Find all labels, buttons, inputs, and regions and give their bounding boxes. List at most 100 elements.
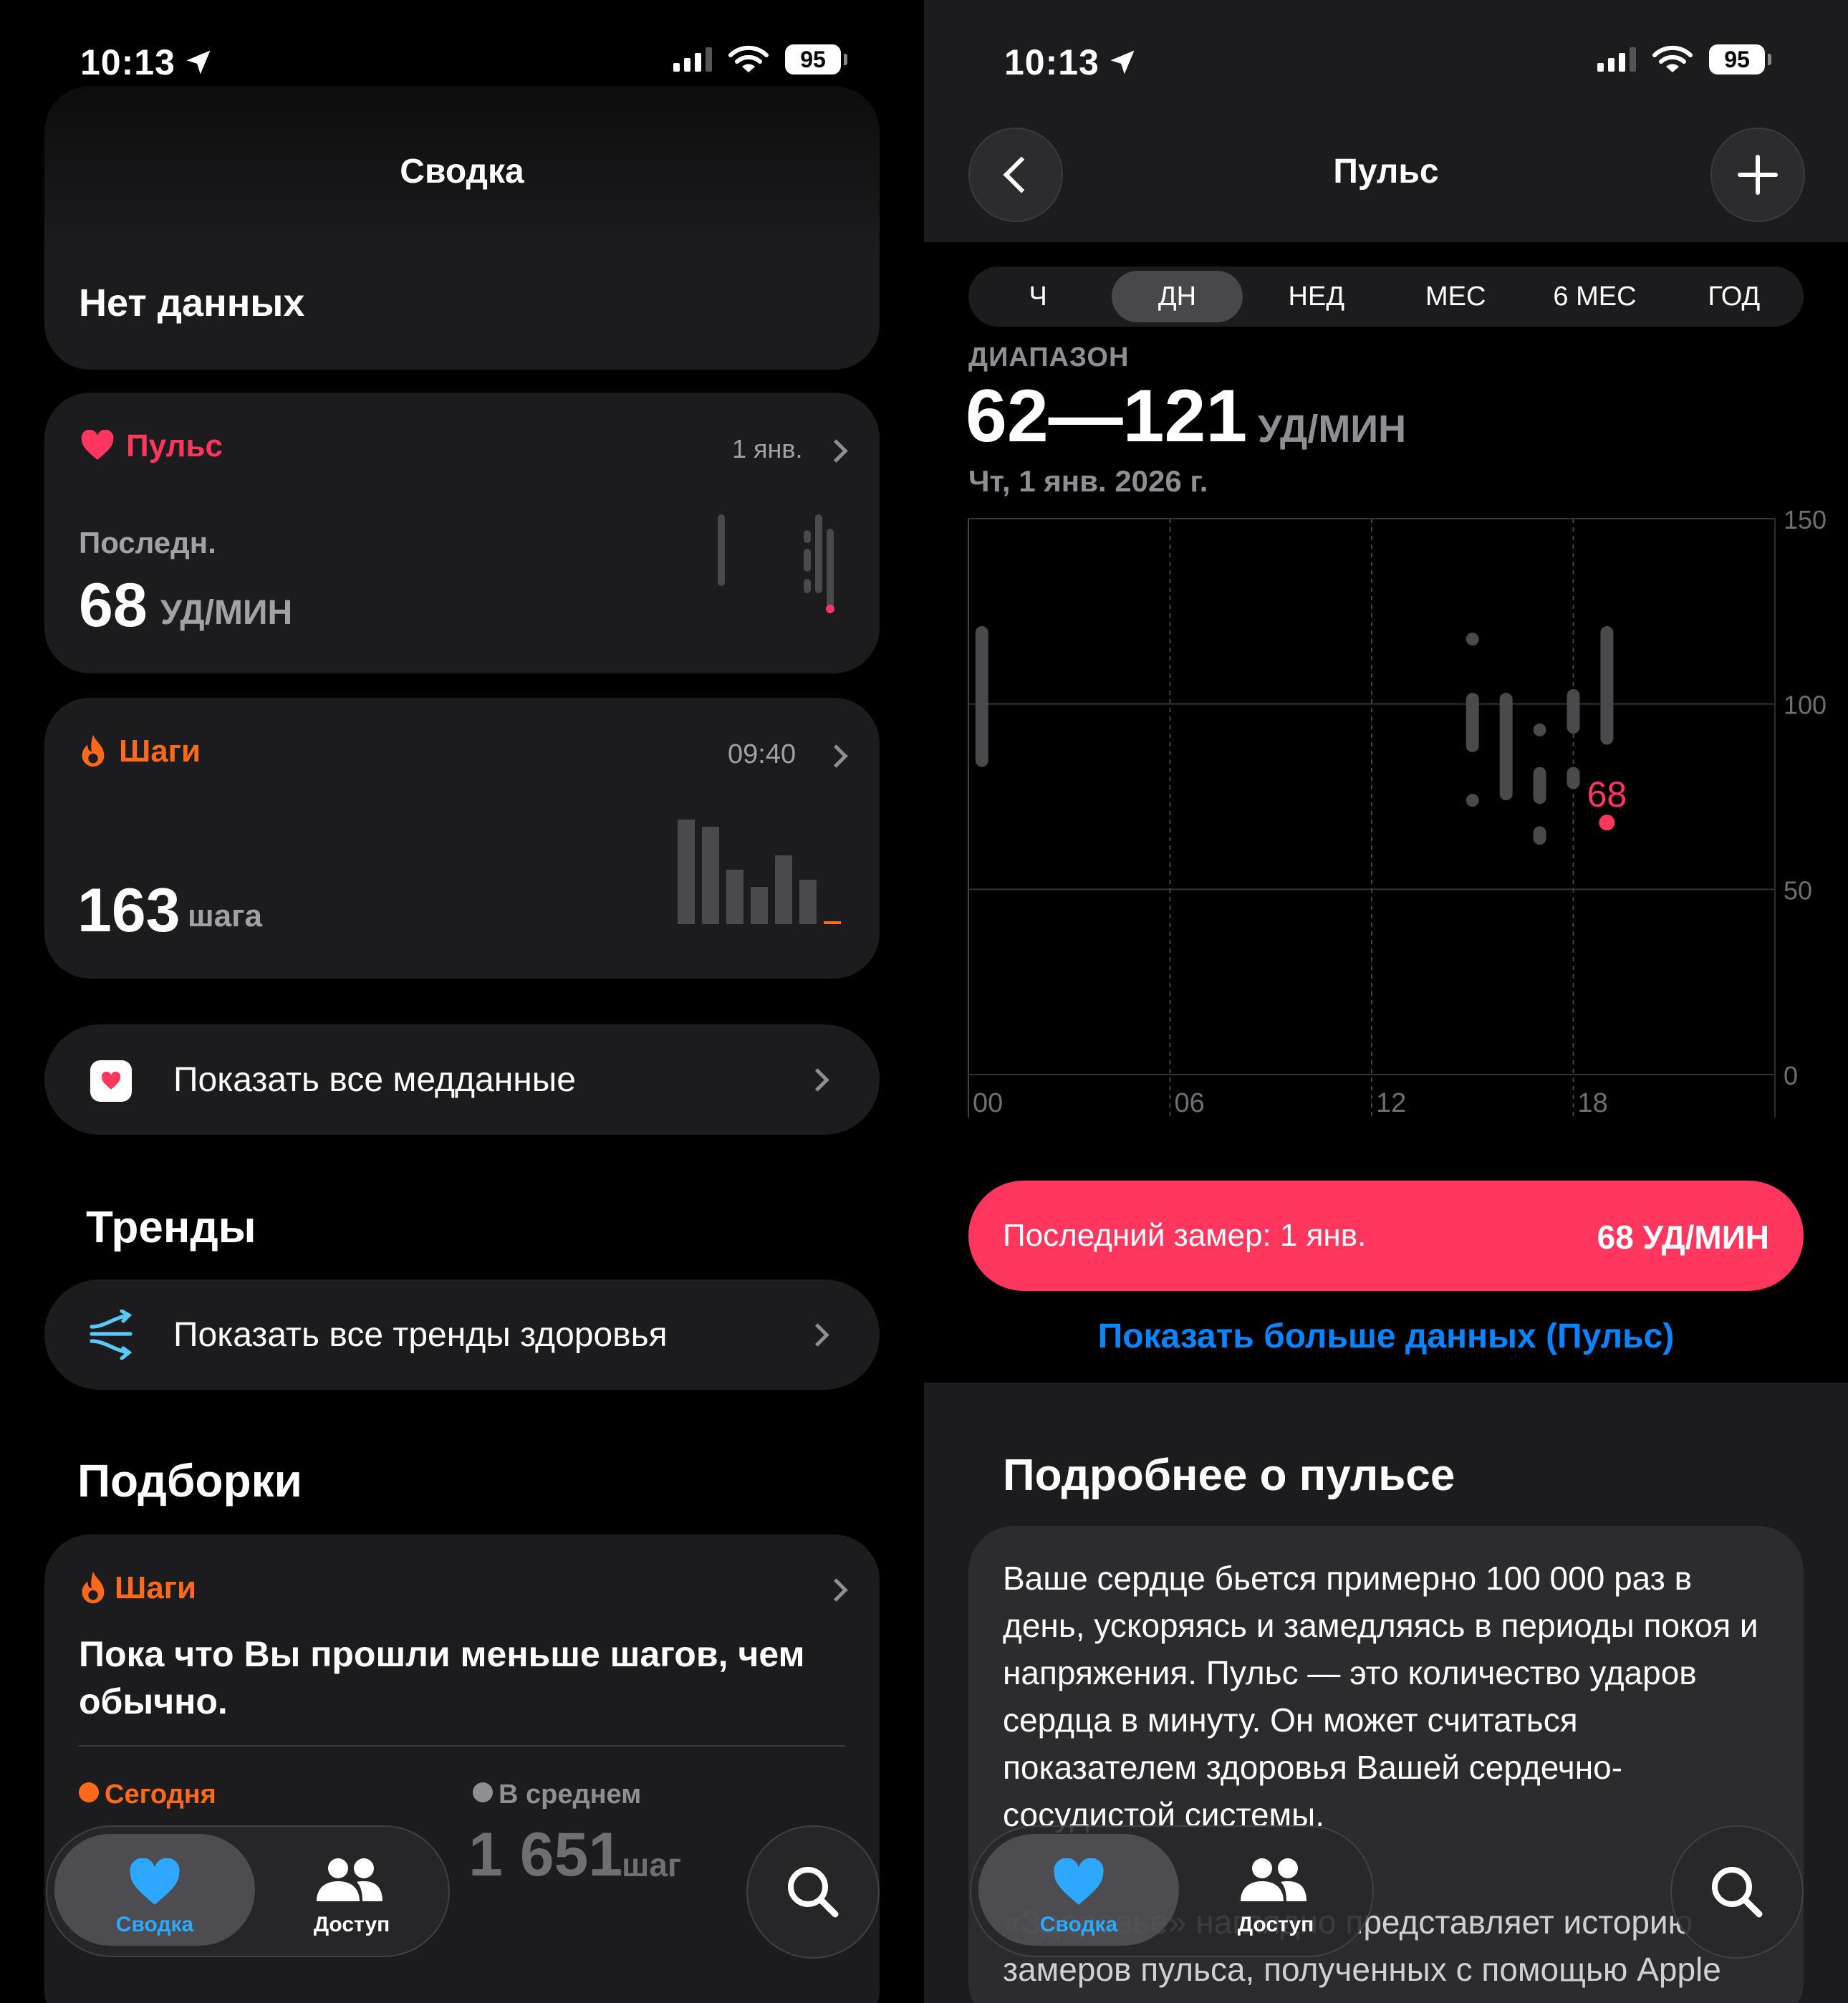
search-button[interactable] xyxy=(1670,1825,1804,1959)
x-tick-label: 06 xyxy=(1175,1088,1205,1118)
search-icon xyxy=(1712,1867,1763,1918)
heart-icon xyxy=(81,430,114,460)
summary-screen: Нет данных 10:13 95 Сводка Пульс 1 янв. … xyxy=(0,0,924,2003)
people-icon xyxy=(317,1858,382,1901)
status-time-text: 10:13 xyxy=(80,42,175,82)
segment-0[interactable]: Ч xyxy=(973,271,1103,322)
status-time: 10:13 xyxy=(80,42,214,83)
range-bar xyxy=(1466,693,1479,752)
tab-sharing-label: Доступ xyxy=(1237,1913,1314,1936)
about-text: Ваше сердце бьется примерно 100 000 раз … xyxy=(1003,1560,1758,1833)
y-tick-label: 150 xyxy=(1784,505,1827,534)
heart-icon xyxy=(1054,1858,1104,1905)
y-tick-label: 0 xyxy=(1784,1061,1798,1090)
pulse-screen: 10:13 95 Пульс Ч ДН НЕД МЕС 6 МЕС ГОД ДИАПАЗО… xyxy=(924,0,1848,2003)
range-bar xyxy=(1499,693,1513,801)
show-all-trends-label: Показать все тренды здоровья xyxy=(173,1316,668,1354)
flame-icon xyxy=(82,1571,105,1604)
heart-icon xyxy=(130,1858,180,1905)
range-bar xyxy=(1600,626,1614,745)
segment-1[interactable]: ДН xyxy=(1112,271,1243,322)
latest-reading-label: Последний замер: 1 янв. xyxy=(1003,1218,1367,1253)
steps-mini-chart xyxy=(678,820,841,924)
pulse-mini-chart xyxy=(718,514,834,613)
range-bar xyxy=(1533,723,1546,736)
about-heading: Подробнее о пульсе xyxy=(1003,1451,1455,1500)
today-dot xyxy=(79,1782,99,1802)
wifi-icon xyxy=(1652,45,1693,72)
show-more-data-link[interactable]: Показать больше данных (Пульс) xyxy=(924,1317,1848,1356)
pulse-latest-label: Последн. xyxy=(79,526,216,559)
pulse-card-date: 1 янв. xyxy=(732,434,803,463)
chevron-right-icon xyxy=(824,744,848,768)
highlight-card-title: Шаги xyxy=(115,1570,197,1605)
y-tick-label: 50 xyxy=(1784,875,1812,905)
status-time-text: 10:13 xyxy=(1004,42,1099,82)
show-all-health-button[interactable]: Показать все медданные xyxy=(44,1024,880,1135)
battery-indicator: 95 xyxy=(1709,44,1771,75)
divider xyxy=(79,1745,845,1747)
average-label: В среднем xyxy=(499,1779,642,1810)
highlights-heading: Подборки xyxy=(77,1455,302,1507)
tab-sharing[interactable]: Доступ xyxy=(1186,1834,1365,1946)
range-bar xyxy=(1567,688,1580,734)
range-value: 62—121 xyxy=(966,375,1248,458)
chevron-right-icon xyxy=(824,439,848,463)
nav-header xyxy=(924,0,1848,242)
range-bar xyxy=(1533,767,1546,804)
sleep-card[interactable]: Нет данных xyxy=(44,86,880,370)
show-all-trends-button[interactable]: Показать все тренды здоровья xyxy=(44,1279,880,1390)
range-date: Чт, 1 янв. 2026 г. xyxy=(968,464,1208,498)
location-arrow-icon xyxy=(1110,50,1135,75)
battery-indicator: 95 xyxy=(785,44,847,75)
tab-sharing[interactable]: Доступ xyxy=(262,1834,441,1946)
flame-icon xyxy=(82,734,105,767)
today-label: Сегодня xyxy=(105,1779,216,1810)
add-data-button[interactable] xyxy=(1710,128,1805,222)
segment-3[interactable]: МЕС xyxy=(1390,271,1521,322)
pulse-card[interactable]: Пульс 1 янв. Последн. 68 УД/МИН xyxy=(44,393,880,673)
tab-summary[interactable]: Сводка xyxy=(978,1834,1179,1946)
period-segmented-control: Ч ДН НЕД МЕС 6 МЕС ГОД xyxy=(968,266,1804,327)
heart-rate-chart[interactable]: 0 50 100 150 00 06 12 18 68 xyxy=(924,501,1848,1132)
status-time: 10:13 xyxy=(1004,42,1138,83)
range-bar xyxy=(1533,826,1546,845)
latest-point xyxy=(1599,815,1615,831)
trends-icon xyxy=(90,1310,133,1360)
steps-card[interactable]: Шаги 09:40 163 шага xyxy=(44,698,880,979)
search-icon xyxy=(788,1867,839,1918)
average-unit: шаг xyxy=(622,1846,682,1883)
tab-summary-label: Сводка xyxy=(1039,1913,1118,1936)
y-tick-label: 100 xyxy=(1784,691,1827,720)
wifi-icon xyxy=(728,45,769,72)
steps-unit: шага xyxy=(188,898,262,933)
tab-sharing-label: Доступ xyxy=(313,1913,390,1936)
segment-4[interactable]: 6 МЕС xyxy=(1529,271,1660,322)
steps-value: 163 xyxy=(77,876,181,945)
latest-point-label: 68 xyxy=(1587,774,1627,815)
range-bar xyxy=(975,626,988,767)
chevron-right-icon xyxy=(824,1578,848,1602)
latest-reading-value: 68 УД/МИН xyxy=(1597,1219,1769,1256)
no-data-text: Нет данных xyxy=(79,282,305,325)
page-title: Сводка xyxy=(400,153,524,191)
range-bar xyxy=(1567,767,1580,789)
trends-heading: Тренды xyxy=(86,1203,256,1252)
status-indicators: 95 xyxy=(673,44,847,75)
cellular-signal-icon xyxy=(1597,47,1636,72)
segment-2[interactable]: НЕД xyxy=(1251,271,1382,322)
highlight-card-text: Пока что Вы прошли меньше шагов, чем обы… xyxy=(79,1634,805,1721)
tab-bar: Сводка Доступ xyxy=(970,1825,1374,1957)
search-button[interactable] xyxy=(746,1825,880,1959)
steps-card-title: Шаги xyxy=(119,734,201,769)
range-unit: УД/МИН xyxy=(1258,408,1407,451)
cellular-signal-icon xyxy=(673,47,712,72)
location-arrow-icon xyxy=(186,50,211,75)
average-dot xyxy=(473,1782,493,1802)
chevron-right-icon xyxy=(806,1068,829,1092)
segment-5[interactable]: ГОД xyxy=(1669,271,1799,322)
range-label: ДИАПАЗОН xyxy=(968,342,1130,373)
x-tick-label: 18 xyxy=(1578,1088,1608,1118)
latest-reading-banner[interactable]: Последний замер: 1 янв. 68 УД/МИН xyxy=(968,1181,1804,1291)
tab-summary[interactable]: Сводка xyxy=(54,1834,255,1946)
